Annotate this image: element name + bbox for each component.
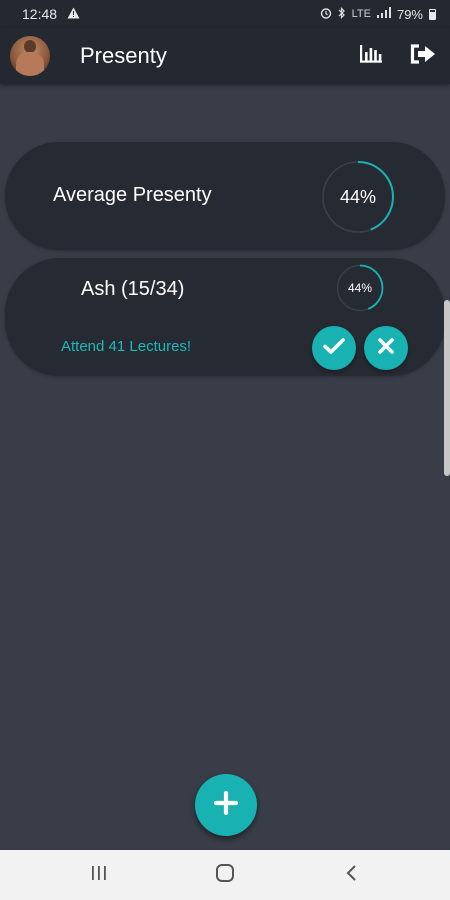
subject-name: Ash (15/34)	[81, 278, 185, 300]
mark-present-button[interactable]	[312, 326, 356, 370]
close-icon	[377, 337, 395, 360]
average-progress-ring: 44%	[321, 160, 395, 234]
average-percent-text: 44%	[339, 186, 377, 207]
subject-percent-text: 44%	[347, 281, 373, 295]
battery-icon	[429, 8, 436, 20]
scrollbar[interactable]	[444, 300, 450, 476]
bluetooth-icon	[338, 6, 346, 22]
status-bar: 12:48 LTE 79%	[0, 0, 450, 28]
avatar-body	[16, 52, 44, 76]
check-icon	[323, 337, 345, 360]
recents-button[interactable]	[84, 862, 114, 888]
subject-progress-ring: 44%	[336, 264, 384, 312]
logout-icon	[409, 42, 437, 71]
status-left: 12:48	[22, 6, 80, 22]
status-right: LTE 79%	[320, 7, 436, 22]
home-button[interactable]	[210, 862, 240, 888]
subject-card[interactable]: Ash (15/34) 44% Attend 41 Lectures!	[5, 258, 445, 376]
logout-button[interactable]	[409, 42, 437, 71]
alarm-icon	[320, 7, 332, 22]
battery-percent: 79%	[396, 6, 423, 22]
signal-icon	[376, 7, 391, 21]
statistics-button[interactable]	[358, 44, 384, 68]
average-presenty-card: Average Presenty 44%	[5, 142, 445, 250]
app-bar: Presenty	[0, 28, 450, 84]
mark-absent-button[interactable]	[364, 326, 408, 370]
plus-icon	[213, 790, 239, 820]
recents-icon	[89, 865, 109, 886]
navigation-bar	[0, 850, 450, 900]
warning-icon	[67, 6, 80, 22]
attend-message: Attend 41 Lectures!	[61, 338, 192, 355]
back-icon	[344, 864, 358, 887]
add-subject-button[interactable]	[195, 774, 257, 836]
back-button[interactable]	[336, 862, 366, 888]
network-label: LTE	[351, 8, 371, 20]
average-presenty-label: Average Presenty	[53, 184, 212, 206]
home-icon	[215, 863, 235, 888]
avatar[interactable]	[10, 36, 50, 76]
status-time: 12:48	[22, 6, 58, 22]
page-title: Presenty	[80, 43, 167, 68]
bar-chart-icon	[358, 43, 384, 70]
